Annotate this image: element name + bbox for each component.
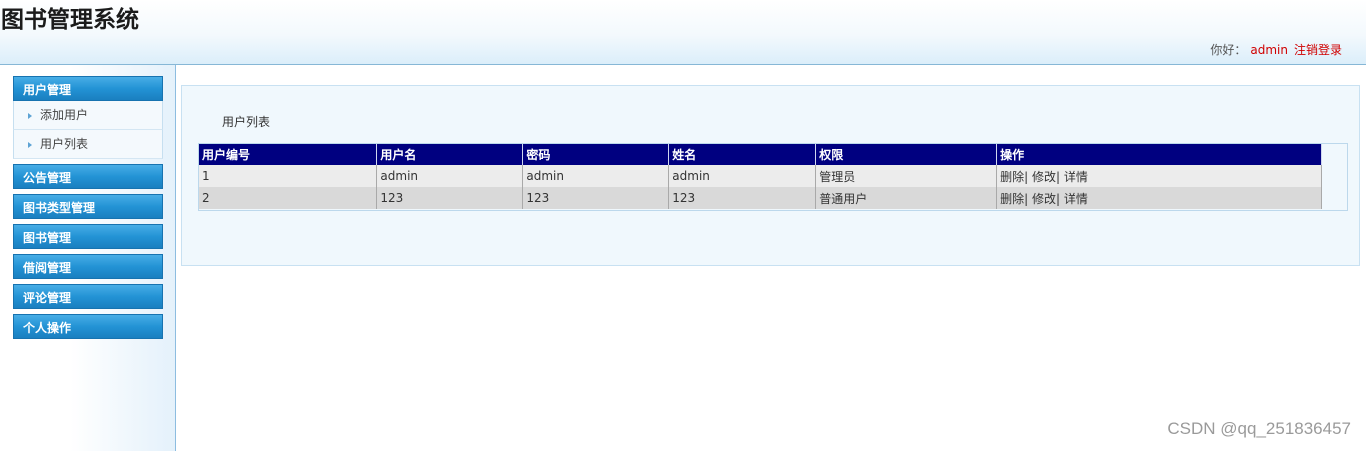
menu-personal-operations[interactable]: 个人操作 <box>13 314 163 339</box>
edit-link[interactable]: 修改| <box>1032 170 1060 184</box>
cell-password: 123 <box>522 187 670 209</box>
menu-notice-management[interactable]: 公告管理 <box>13 164 163 189</box>
watermark: CSDN @qq_251836457 <box>1167 419 1351 438</box>
edit-link[interactable]: 修改| <box>1032 192 1060 206</box>
table-row: 1 admin admin admin 管理员 删除| 修改| 详情 <box>199 165 1322 187</box>
table-header-row: 用户编号 用户名 密码 姓名 权限 操作 <box>199 144 1322 165</box>
cell-permission: 管理员 <box>815 165 998 187</box>
menu-comment-management[interactable]: 评论管理 <box>13 284 163 309</box>
greeting-label: 你好： <box>1210 43 1247 57</box>
logout-link[interactable]: 注销登录 <box>1294 43 1342 57</box>
user-table: 用户编号 用户名 密码 姓名 权限 操作 1 admin admin admin… <box>199 144 1322 209</box>
table-container: 用户编号 用户名 密码 姓名 权限 操作 1 admin admin admin… <box>198 143 1348 211</box>
delete-link[interactable]: 删除| <box>1000 192 1028 206</box>
details-link[interactable]: 详情 <box>1064 170 1088 184</box>
page-title: 用户列表 <box>222 115 271 129</box>
menu-borrow-management[interactable]: 借阅管理 <box>13 254 163 279</box>
arrow-right-icon <box>28 112 32 119</box>
cell-password: admin <box>522 165 670 187</box>
submenu-item-label: 用户列表 <box>40 137 89 151</box>
menu-book-management[interactable]: 图书管理 <box>13 224 163 249</box>
table-row: 2 123 123 123 普通用户 删除| 修改| 详情 <box>199 187 1322 209</box>
app-title: 图书管理系统 <box>1 7 139 33</box>
submenu-item-label: 添加用户 <box>40 108 89 122</box>
submenu-item-add-user[interactable]: 添加用户 <box>13 101 163 130</box>
details-link[interactable]: 详情 <box>1064 192 1088 206</box>
arrow-right-icon <box>28 141 32 148</box>
sidebar: 用户管理 添加用户 用户列表 公告管理 图书类型管理 图书管理 借阅管理 评论管… <box>0 65 176 451</box>
sidebar-menu: 用户管理 添加用户 用户列表 公告管理 图书类型管理 图书管理 借阅管理 评论管… <box>13 76 163 344</box>
username: admin <box>1250 43 1288 57</box>
main-content: 用户列表 用户编号 用户名 密码 姓名 权限 操作 1 admin admin … <box>181 85 1360 266</box>
column-header-username: 用户名 <box>376 144 524 165</box>
cell-username: admin <box>376 165 524 187</box>
submenu-item-user-list[interactable]: 用户列表 <box>13 130 163 159</box>
column-header-password: 密码 <box>522 144 670 165</box>
cell-actions: 删除| 修改| 详情 <box>996 165 1322 187</box>
cell-actions: 删除| 修改| 详情 <box>996 187 1322 209</box>
submenu-user-management: 添加用户 用户列表 <box>13 101 163 159</box>
user-bar: 你好： admin 注销登录 <box>1210 42 1342 58</box>
menu-book-type-management[interactable]: 图书类型管理 <box>13 194 163 219</box>
cell-user-id: 2 <box>199 187 378 209</box>
cell-name: 123 <box>668 187 817 209</box>
column-header-permission: 权限 <box>815 144 998 165</box>
column-header-actions: 操作 <box>996 144 1322 165</box>
column-header-user-id: 用户编号 <box>199 144 378 165</box>
cell-name: admin <box>668 165 817 187</box>
cell-username: 123 <box>376 187 524 209</box>
menu-user-management[interactable]: 用户管理 <box>13 76 163 101</box>
column-header-name: 姓名 <box>668 144 817 165</box>
cell-user-id: 1 <box>199 165 378 187</box>
delete-link[interactable]: 删除| <box>1000 170 1028 184</box>
cell-permission: 普通用户 <box>815 187 998 209</box>
header: 图书管理系统 你好： admin 注销登录 <box>0 0 1366 65</box>
